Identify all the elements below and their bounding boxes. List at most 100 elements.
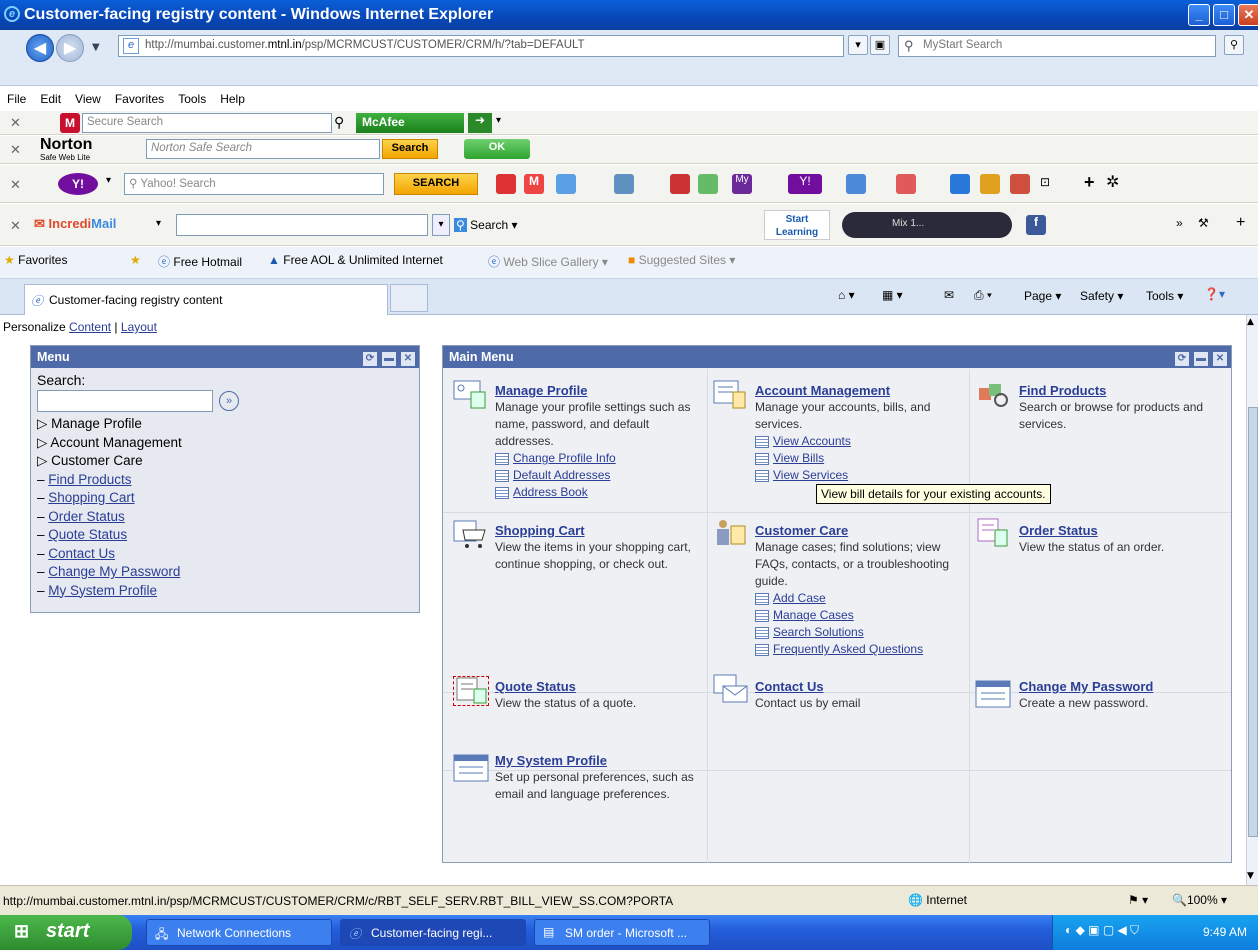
minimize-button[interactable]: _ <box>1188 4 1210 26</box>
mystart-search-input[interactable]: ⚲ MyStart Search <box>898 35 1216 57</box>
menu-link-find-products[interactable]: – Find Products <box>37 471 413 490</box>
back-button[interactable]: ◀ <box>26 34 54 62</box>
wrench-icon[interactable]: ⚒ <box>1198 216 1209 230</box>
menu-link-order-status[interactable]: – Order Status <box>37 508 413 527</box>
menu-file[interactable]: File <box>0 88 33 110</box>
menu-view[interactable]: View <box>68 88 108 110</box>
view-accounts-link[interactable]: View Accounts <box>755 433 967 450</box>
maximize-button[interactable]: □ <box>1213 4 1235 26</box>
favorites-button[interactable]: ★ Favorites <box>4 253 67 267</box>
refresh-icon[interactable]: ⟳ <box>1175 352 1189 366</box>
new-tab-button[interactable] <box>390 284 428 312</box>
app-icon-2[interactable] <box>614 174 634 194</box>
more-icon[interactable]: ⊡ <box>1040 175 1050 189</box>
personalize-content-link[interactable]: Content <box>69 320 111 334</box>
account-management-link[interactable]: Account Management <box>755 382 967 399</box>
menu-help[interactable]: Help <box>213 88 252 110</box>
shopping-cart-link[interactable]: Shopping Cart <box>495 522 705 539</box>
close-icon[interactable]: ✕ <box>1213 352 1227 366</box>
menu-link-system-profile[interactable]: – My System Profile <box>37 582 413 601</box>
menu-tools[interactable]: Tools <box>171 88 213 110</box>
search-dropdown-icon[interactable]: ▾ <box>432 214 450 236</box>
address-book-link[interactable]: Address Book <box>495 484 705 501</box>
order-status-link[interactable]: Order Status <box>1019 522 1229 539</box>
scroll-thumb[interactable] <box>1248 407 1258 837</box>
personalize-layout-link[interactable]: Layout <box>121 320 157 334</box>
manage-cases-link[interactable]: Manage Cases <box>755 607 967 624</box>
folder-account-management[interactable]: ▷ Account Management <box>37 434 413 453</box>
start-learning-button[interactable]: Start Learning <box>764 210 830 240</box>
task-network-connections[interactable]: 🖧 Network Connections <box>146 919 332 946</box>
feeds-icon[interactable]: ▦ ▾ <box>882 288 903 302</box>
yahoo-search-input[interactable]: ⚲ Yahoo! Search <box>124 173 384 195</box>
protected-mode-icon[interactable]: ⚑ ▾ <box>1128 893 1148 907</box>
customer-care-link[interactable]: Customer Care <box>755 522 967 539</box>
manage-profile-link[interactable]: Manage Profile <box>495 382 705 399</box>
home-icon[interactable]: ⌂ ▾ <box>838 288 855 302</box>
safety-menu[interactable]: Safety ▾ <box>1080 289 1123 303</box>
dropdown-icon[interactable]: ▾ <box>156 218 161 229</box>
print-icon[interactable]: ⎙ ▾ <box>974 288 992 303</box>
search-icon[interactable]: ⚲ <box>334 114 344 131</box>
find-products-link[interactable]: Find Products <box>1019 382 1229 399</box>
close-toolbar-icon[interactable]: ✕ <box>10 115 21 131</box>
yahoo-app-icon[interactable] <box>496 174 516 194</box>
app-icon-4[interactable] <box>950 174 970 194</box>
close-toolbar-icon[interactable]: ✕ <box>10 177 21 193</box>
chevron-right-icon[interactable]: » <box>1176 216 1183 230</box>
tray-icons[interactable]: ◐ ◆ ▣ ▢ ◀ ⛉ <box>1065 923 1139 938</box>
address-field[interactable]: e http://mumbai.customer.mtnl.in/psp/MCR… <box>118 35 844 57</box>
media-player[interactable]: Mix 1... <box>842 212 1012 238</box>
gmail-icon[interactable]: M <box>524 174 544 194</box>
view-bills-link[interactable]: View Bills <box>755 450 967 467</box>
search-button[interactable]: ⚲ Search ▾ <box>454 218 518 232</box>
view-services-link[interactable]: View Services <box>755 467 967 484</box>
norton-search-button[interactable]: Search <box>382 139 438 159</box>
compatibility-view-icon[interactable]: ▣ <box>870 35 890 55</box>
system-profile-link[interactable]: My System Profile <box>495 752 705 769</box>
close-toolbar-icon[interactable]: ✕ <box>10 218 21 234</box>
app-icon-5[interactable] <box>980 174 1000 194</box>
default-addresses-link[interactable]: Default Addresses <box>495 467 705 484</box>
scroll-down-icon[interactable]: ▼ <box>1247 871 1254 881</box>
yahoo-search-button[interactable]: SEARCH <box>394 173 478 195</box>
close-toolbar-icon[interactable]: ✕ <box>10 142 21 158</box>
page-menu[interactable]: Page ▾ <box>1024 289 1061 303</box>
app-icon-6[interactable] <box>1010 174 1030 194</box>
refresh-icon[interactable]: ⟳ <box>363 352 377 366</box>
scroll-up-icon[interactable]: ▲ <box>1247 317 1254 327</box>
facebook-icon[interactable]: f <box>1026 215 1046 235</box>
settings-icon[interactable]: ✲ <box>1106 172 1119 192</box>
folder-customer-care[interactable]: ▷ Customer Care <box>37 452 413 471</box>
calendar-icon[interactable] <box>896 174 916 194</box>
task-sm-order[interactable]: ▤ SM order - Microsoft ... <box>534 919 710 946</box>
recent-pages-dropdown-icon[interactable]: ▼ <box>92 42 100 53</box>
minimize-icon[interactable]: ▬ <box>382 352 396 366</box>
menu-search-input[interactable] <box>37 390 213 412</box>
quote-status-link[interactable]: Quote Status <box>495 678 705 695</box>
menu-favorites[interactable]: Favorites <box>108 88 171 110</box>
address-dropdown-icon[interactable]: ▾ <box>848 35 868 55</box>
menu-link-quote-status[interactable]: – Quote Status <box>37 526 413 545</box>
secure-search-input[interactable]: Secure Search <box>82 113 332 133</box>
add-case-link[interactable]: Add Case <box>755 590 967 607</box>
fav-item-webslice[interactable]: ⓔ Web Slice Gallery ▾ <box>488 253 608 270</box>
add-icon[interactable]: + <box>1084 172 1095 193</box>
youtube-icon[interactable] <box>670 174 690 194</box>
norton-search-input[interactable]: Norton Safe Search <box>146 139 380 159</box>
yahoo-logo-icon[interactable]: Y! <box>58 173 98 195</box>
menu-link-shopping-cart[interactable]: – Shopping Cart <box>37 489 413 508</box>
menu-search-go-icon[interactable]: » <box>219 391 239 411</box>
search-solutions-link[interactable]: Search Solutions <box>755 624 967 641</box>
add-icon[interactable]: + <box>1236 214 1245 232</box>
vertical-scrollbar[interactable]: ▲ ▼ <box>1246 315 1258 885</box>
fav-item-hotmail[interactable]: ⓔ Free Hotmail <box>158 253 242 270</box>
close-icon[interactable]: ✕ <box>401 352 415 366</box>
contact-us-link[interactable]: Contact Us <box>755 678 967 695</box>
search-go-icon[interactable]: ⚲ <box>1224 35 1244 55</box>
menu-link-change-password[interactable]: – Change My Password <box>37 563 413 582</box>
change-profile-info-link[interactable]: Change Profile Info <box>495 450 705 467</box>
help-icon[interactable]: ❓▾ <box>1204 287 1225 301</box>
menu-edit[interactable]: Edit <box>33 88 68 110</box>
tab-active[interactable]: ⓔ Customer-facing registry content <box>24 284 388 315</box>
